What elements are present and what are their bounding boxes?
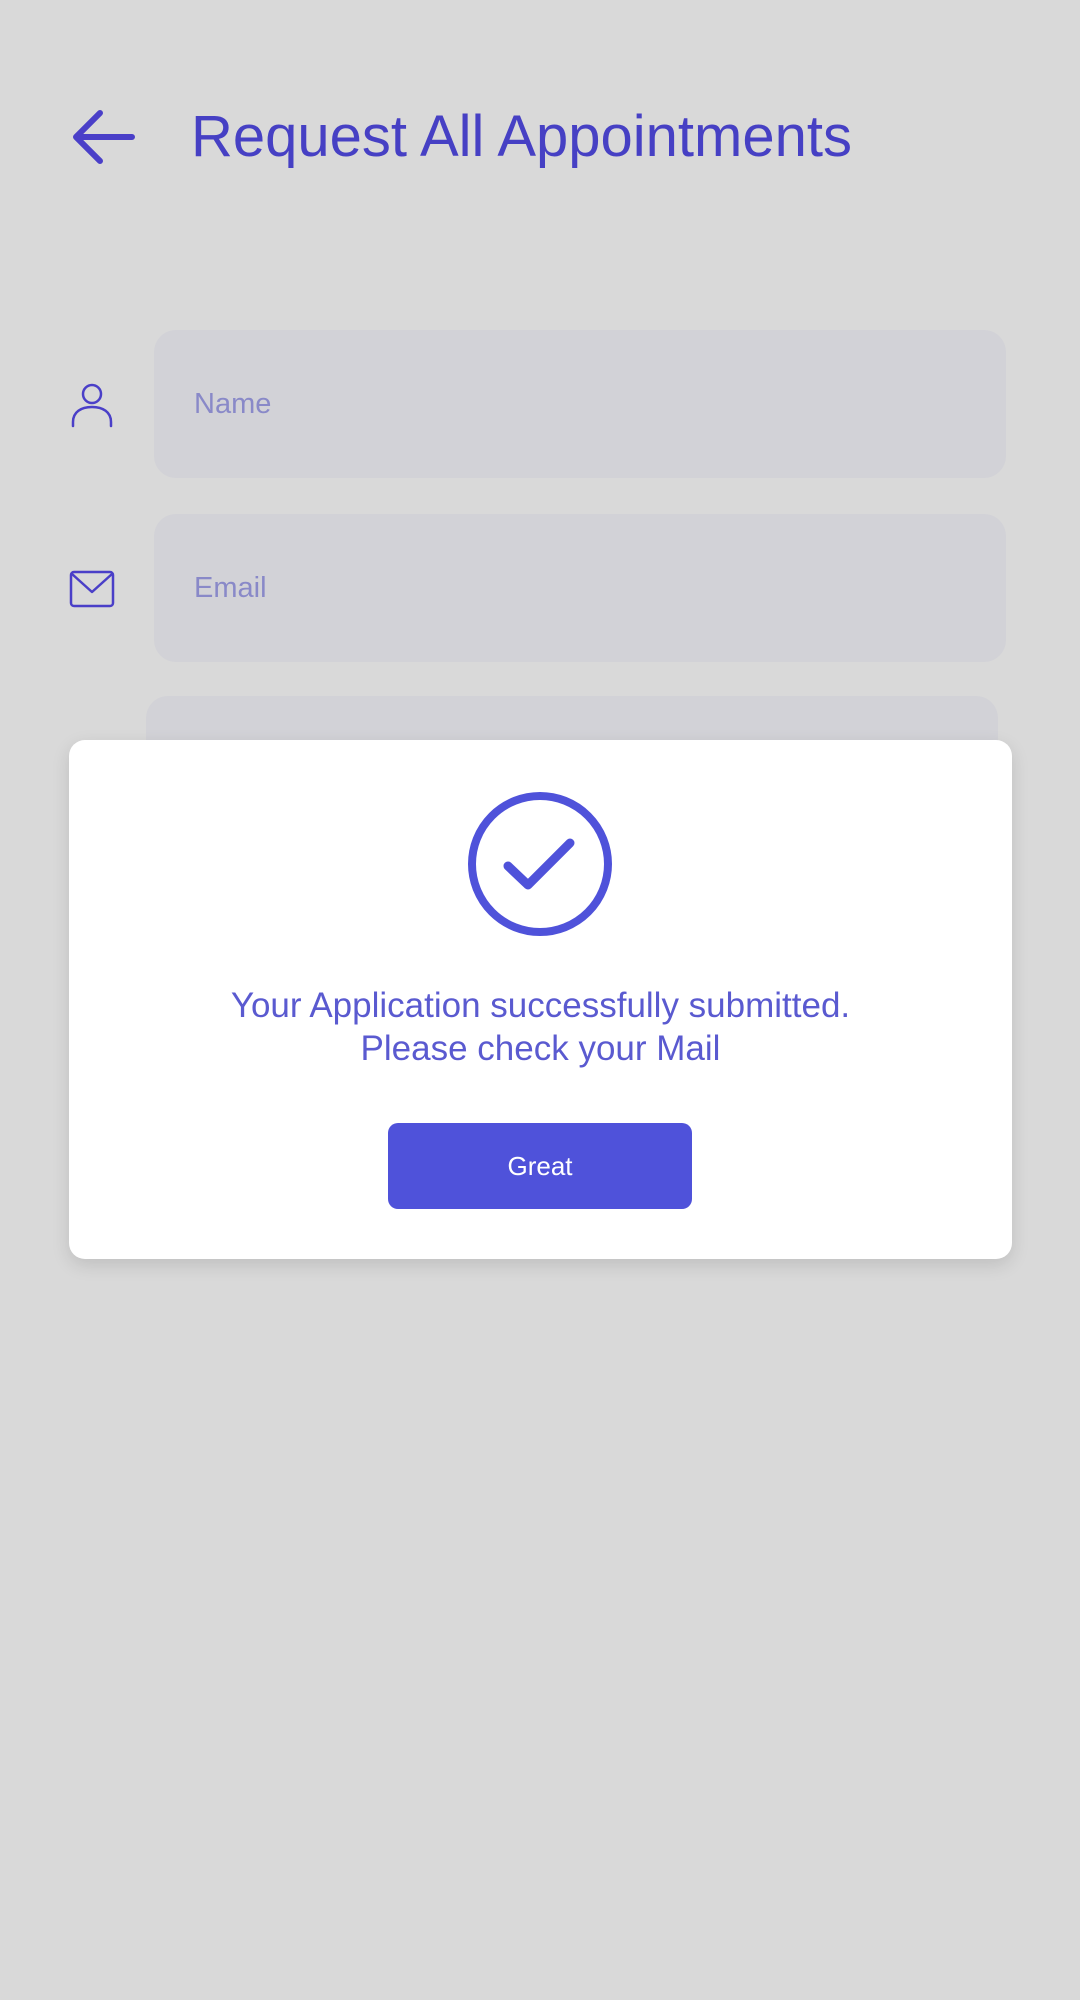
user-icon	[68, 380, 116, 428]
email-input[interactable]	[154, 514, 1006, 662]
header: Request All Appointments	[0, 95, 1080, 175]
success-message: Your Application successfully submitted.…	[69, 984, 1012, 1070]
mail-icon	[68, 565, 116, 613]
back-button[interactable]	[70, 107, 140, 167]
check-circle-icon	[466, 790, 614, 938]
success-message-line-1: Your Application successfully submitted.	[230, 986, 851, 1025]
great-button[interactable]: Great	[388, 1123, 692, 1209]
arrow-left-icon	[73, 110, 135, 164]
success-dialog: Your Application successfully submitted.…	[69, 740, 1012, 1259]
success-message-line-2: Please check your Mail	[360, 1029, 721, 1068]
page-title: Request All Appointments	[191, 104, 852, 169]
name-input[interactable]	[154, 330, 1006, 478]
